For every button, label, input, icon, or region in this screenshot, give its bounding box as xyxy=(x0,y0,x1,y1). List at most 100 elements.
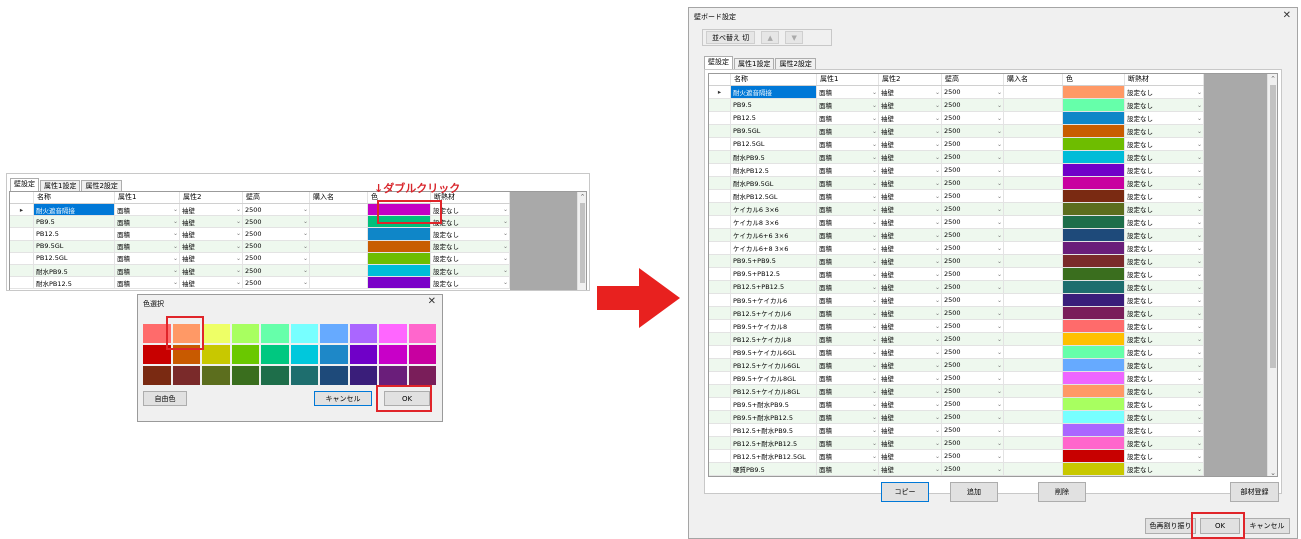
small-attribute-select[interactable]: 面積 ⌄ xyxy=(115,265,180,278)
small-buyer-cell[interactable] xyxy=(310,216,368,229)
insulation-select[interactable]: 設定なし ⌄ xyxy=(1125,463,1204,476)
table-row[interactable]: PB12.5+耐水PB12.5 面積 ⌄ 袖壁 ⌄ 2500 ⌄ 設定なし ⌄ xyxy=(709,437,1204,450)
chevron-down-icon[interactable]: ⌄ xyxy=(1197,323,1202,330)
move-down-button[interactable]: ▼ xyxy=(785,31,804,44)
buyer-cell[interactable] xyxy=(1004,177,1063,190)
name-cell[interactable]: ケイカル8 3×6 xyxy=(731,216,817,229)
chevron-down-icon[interactable]: ⌄ xyxy=(1197,362,1202,369)
chevron-down-icon[interactable]: ⌄ xyxy=(236,279,241,286)
color-cell[interactable] xyxy=(1063,437,1125,450)
color-cell[interactable] xyxy=(1063,190,1125,203)
insulation-select[interactable]: 設定なし ⌄ xyxy=(1125,320,1204,333)
insulation-select[interactable]: 設定なし ⌄ xyxy=(1125,333,1204,346)
buyer-cell[interactable] xyxy=(1004,398,1063,411)
insulation-select[interactable]: 設定なし ⌄ xyxy=(1125,242,1204,255)
insulation-select[interactable]: 設定なし ⌄ xyxy=(1125,307,1204,320)
buyer-cell[interactable] xyxy=(1004,190,1063,203)
insulation-select[interactable]: 設定なし ⌄ xyxy=(1125,372,1204,385)
buyer-cell[interactable] xyxy=(1004,346,1063,359)
attribute-select[interactable]: 面積 ⌄ xyxy=(817,307,879,320)
buyer-cell[interactable] xyxy=(1004,385,1063,398)
color-swatch[interactable] xyxy=(348,365,378,386)
small-name-cell[interactable]: PB9.5GL xyxy=(34,240,115,253)
chevron-down-icon[interactable]: ⌄ xyxy=(1197,206,1202,213)
color-cell[interactable] xyxy=(1063,216,1125,229)
attribute-select[interactable]: 面積 ⌄ xyxy=(817,242,879,255)
chevron-down-icon[interactable]: ⌄ xyxy=(1197,154,1202,161)
color-cell[interactable] xyxy=(1063,151,1125,164)
chevron-down-icon[interactable]: ⌄ xyxy=(1197,284,1202,291)
height-select[interactable]: 2500 ⌄ xyxy=(942,86,1004,99)
name-cell[interactable]: PB12.5+ケイカル8 xyxy=(731,333,817,346)
name-cell[interactable]: PB12.5+耐水PB9.5 xyxy=(731,424,817,437)
chevron-down-icon[interactable]: ⌄ xyxy=(173,218,178,225)
attribute-select[interactable]: 面積 ⌄ xyxy=(817,86,879,99)
chevron-down-icon[interactable]: ⌄ xyxy=(935,271,940,278)
chevron-down-icon[interactable]: ⌄ xyxy=(997,349,1002,356)
buyer-cell[interactable] xyxy=(1004,424,1063,437)
table-row[interactable]: ▸ 耐火遮音隔接 面積 ⌄ 袖壁 ⌄ 2500 ⌄ 設定なし ⌄ xyxy=(709,86,1204,99)
name-cell[interactable]: 耐水PB12.5GL xyxy=(731,190,817,203)
height-select[interactable]: 2500 ⌄ xyxy=(942,411,1004,424)
name-cell[interactable]: PB12.5+ケイカル8GL xyxy=(731,385,817,398)
chevron-down-icon[interactable]: ⌄ xyxy=(935,232,940,239)
scroll-up-icon[interactable]: ⌃ xyxy=(1268,75,1277,83)
color-swatch[interactable] xyxy=(201,344,231,365)
small-name-cell[interactable]: 耐火遮音隔接 xyxy=(34,204,115,217)
height-select[interactable]: 2500 ⌄ xyxy=(942,333,1004,346)
chevron-down-icon[interactable]: ⌄ xyxy=(872,401,877,408)
color-cell[interactable] xyxy=(1063,268,1125,281)
chevron-down-icon[interactable]: ⌄ xyxy=(503,230,508,237)
color-cell[interactable] xyxy=(1063,372,1125,385)
insulation-select[interactable]: 設定なし ⌄ xyxy=(1125,99,1204,112)
chevron-down-icon[interactable]: ⌄ xyxy=(997,414,1002,421)
table-row[interactable]: PB12.5+ケイカル8 面積 ⌄ 袖壁 ⌄ 2500 ⌄ 設定なし ⌄ xyxy=(709,333,1204,346)
small-insulation-select[interactable]: 設定なし ⌄ xyxy=(431,240,510,253)
chevron-down-icon[interactable]: ⌄ xyxy=(872,219,877,226)
chevron-down-icon[interactable]: ⌄ xyxy=(872,115,877,122)
small-attribute-select[interactable]: 面積 ⌄ xyxy=(115,277,180,290)
color-cell[interactable] xyxy=(1063,164,1125,177)
name-cell[interactable]: PB9.5 xyxy=(731,99,817,112)
attribute-select[interactable]: 袖壁 ⌄ xyxy=(879,151,942,164)
color-swatch[interactable] xyxy=(319,344,349,365)
small-buyer-cell[interactable] xyxy=(310,240,368,253)
chevron-down-icon[interactable]: ⌄ xyxy=(935,401,940,408)
height-select[interactable]: 2500 ⌄ xyxy=(942,294,1004,307)
table-row[interactable]: PB9.5+耐水PB12.5 面積 ⌄ 袖壁 ⌄ 2500 ⌄ 設定なし ⌄ xyxy=(709,411,1204,424)
insulation-select[interactable]: 設定なし ⌄ xyxy=(1125,164,1204,177)
height-select[interactable]: 2500 ⌄ xyxy=(942,151,1004,164)
buyer-cell[interactable] xyxy=(1004,372,1063,385)
small-insulation-select[interactable]: 設定なし ⌄ xyxy=(431,265,510,278)
small-attribute-select[interactable]: 面積 ⌄ xyxy=(115,240,180,253)
chevron-down-icon[interactable]: ⌄ xyxy=(1197,128,1202,135)
color-cancel-button[interactable]: キャンセル xyxy=(314,391,372,406)
buyer-cell[interactable] xyxy=(1004,242,1063,255)
chevron-down-icon[interactable]: ⌄ xyxy=(173,206,178,213)
color-cell[interactable] xyxy=(1063,99,1125,112)
chevron-down-icon[interactable]: ⌄ xyxy=(872,180,877,187)
attribute-select[interactable]: 袖壁 ⌄ xyxy=(879,99,942,112)
attribute-select[interactable]: 袖壁 ⌄ xyxy=(879,463,942,476)
tab-attr1-settings[interactable]: 属性1設定 xyxy=(734,58,775,69)
color-swatch[interactable] xyxy=(348,344,378,365)
name-cell[interactable]: PB9.5+ケイカル6 xyxy=(731,294,817,307)
move-up-button[interactable]: ▲ xyxy=(761,31,780,44)
chevron-down-icon[interactable]: ⌄ xyxy=(997,258,1002,265)
chevron-down-icon[interactable]: ⌄ xyxy=(1197,258,1202,265)
table-row[interactable]: PB9.5+PB12.5 面積 ⌄ 袖壁 ⌄ 2500 ⌄ 設定なし ⌄ xyxy=(709,268,1204,281)
attribute-select[interactable]: 面積 ⌄ xyxy=(817,151,879,164)
attribute-select[interactable]: 面積 ⌄ xyxy=(817,294,879,307)
attribute-select[interactable]: 面積 ⌄ xyxy=(817,463,879,476)
small-color-cell[interactable] xyxy=(368,228,431,241)
small-buyer-cell[interactable] xyxy=(310,277,368,290)
chevron-down-icon[interactable]: ⌄ xyxy=(303,218,308,225)
insulation-select[interactable]: 設定なし ⌄ xyxy=(1125,294,1204,307)
chevron-down-icon[interactable]: ⌄ xyxy=(173,267,178,274)
name-cell[interactable]: PB9.5+PB9.5 xyxy=(731,255,817,268)
chevron-down-icon[interactable]: ⌄ xyxy=(935,89,940,96)
chevron-down-icon[interactable]: ⌄ xyxy=(872,258,877,265)
small-attribute-select[interactable]: 袖壁 ⌄ xyxy=(180,265,243,278)
small-tab-attr1[interactable]: 属性1設定 xyxy=(40,180,81,191)
name-cell[interactable]: 耐水PB12.5 xyxy=(731,164,817,177)
